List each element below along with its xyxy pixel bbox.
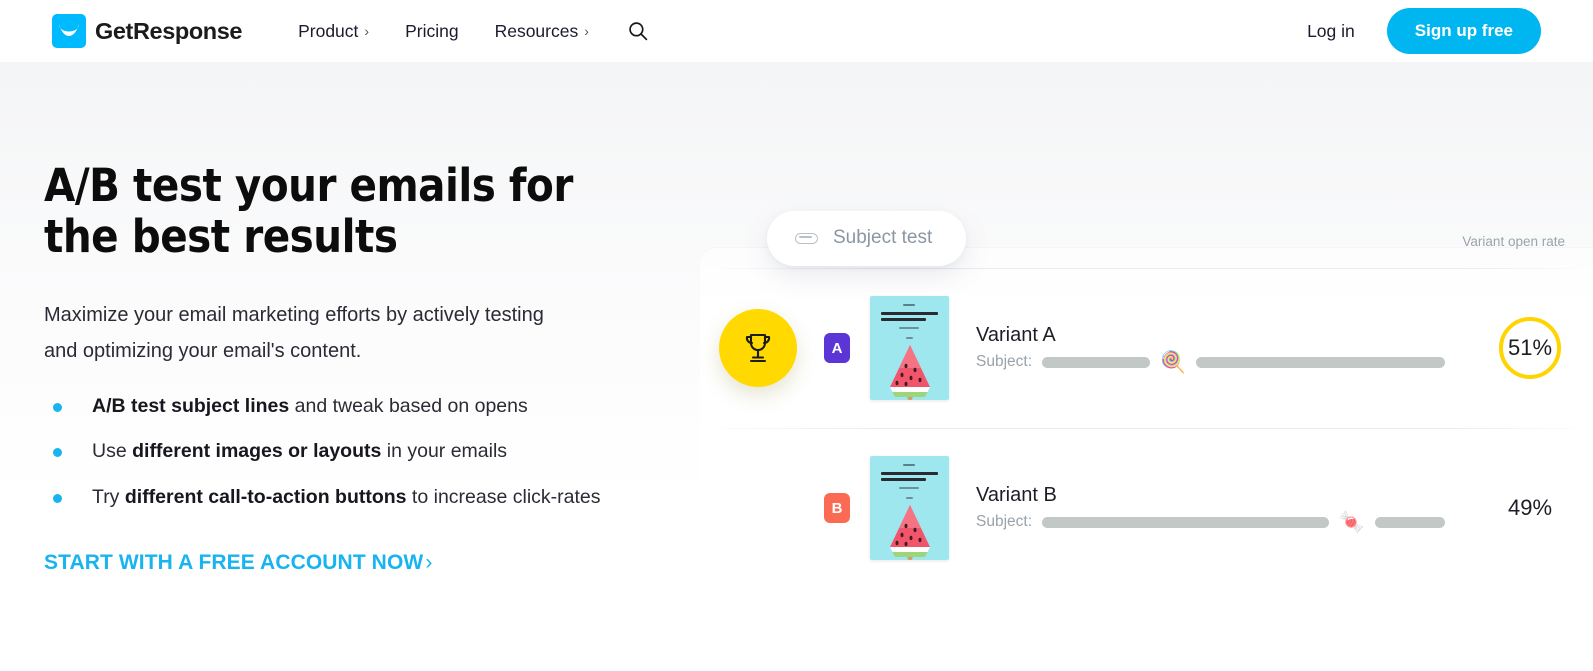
variant-a-open-rate: 51% (1507, 335, 1553, 360)
variant-open-rate-header: Variant open rate (1462, 234, 1565, 249)
email-thumbnail-watermelon[interactable] (870, 296, 949, 400)
subject-bar-right (1196, 356, 1445, 368)
email-thumbnail-watermelon[interactable] (870, 456, 949, 560)
feature-bullet-list: A/B test subject lines and tweak based o… (44, 391, 634, 514)
nav-item-resources-label: Resources (494, 20, 579, 41)
hero-subtitle: Maximize your email marketing efforts by… (44, 303, 544, 362)
header-actions: Log in Sign up free (1307, 8, 1541, 54)
logo-text: GetResponse (95, 17, 243, 44)
hero-section: A/B test your emails for the best result… (0, 62, 1593, 671)
bullet-rest: in your emails (381, 440, 508, 463)
subject-test-pill[interactable]: Subject test (767, 211, 967, 266)
nav-item-pricing-label: Pricing (405, 20, 459, 41)
bullet-bold: A/B test subject lines (92, 394, 290, 417)
winner-rate-ring: 51% (1499, 317, 1561, 379)
bullet-rest: to increase click-rates (406, 485, 601, 508)
hero-illustration: Subject test Variant open rate A Variant… (700, 62, 1593, 671)
subject-label: Subject: (976, 353, 1033, 370)
bullet-prefix: Use (92, 440, 133, 463)
cta-label: START WITH A FREE ACCOUNT NOW (44, 551, 424, 575)
variant-b-rate-slot: 49% (1467, 495, 1593, 521)
nav-item-product[interactable]: Product › (280, 15, 387, 48)
subject-label: Subject: (976, 513, 1033, 530)
bullet-prefix: Try (92, 485, 125, 508)
thumb-line (906, 337, 913, 339)
list-item: Try different call-to-action buttons to … (44, 482, 634, 514)
nav-item-pricing[interactable]: Pricing (387, 15, 477, 48)
table-row[interactable]: A Variant A Subject: 🍭 51% (700, 268, 1593, 428)
login-link[interactable]: Log in (1307, 21, 1355, 42)
variant-b-info: Variant B Subject: 🍬 (976, 484, 1467, 533)
thumb-line (906, 497, 913, 499)
nav-item-resources[interactable]: Resources › (477, 15, 607, 48)
thumb-line (899, 487, 919, 489)
watermelon-popsicle-icon (889, 505, 930, 560)
chevron-right-icon: › (584, 22, 589, 39)
variant-a-name: Variant A (976, 323, 1056, 346)
chevron-right-icon: › (425, 551, 433, 575)
variant-b-open-rate: 49% (1507, 495, 1553, 520)
trophy-icon (719, 309, 797, 387)
variant-badge-a: A (824, 333, 850, 363)
lollipop-emoji: 🍭 (1160, 350, 1187, 374)
variant-a-info: Variant A Subject: 🍭 (976, 324, 1467, 373)
variant-b-subject-row: Subject: 🍬 (976, 512, 1467, 533)
page-title: A/B test your emails for the best result… (44, 159, 573, 264)
variant-a-rate-slot: 51% (1467, 317, 1593, 379)
site-header: GetResponse Product › Pricing Resources … (0, 0, 1593, 62)
main-nav: Product › Pricing Resources › (280, 14, 655, 48)
watermelon-popsicle-icon (889, 345, 930, 400)
subject-bar-left (1042, 356, 1151, 368)
variant-badge-b: B (824, 493, 850, 523)
table-row[interactable]: B Variant B Subject: 🍬 49% (700, 428, 1593, 588)
winner-slot (700, 309, 816, 387)
envelope-logo-icon (52, 14, 86, 48)
sign-up-free-button[interactable]: Sign up free (1386, 8, 1541, 54)
bullet-bold: different call-to-action buttons (124, 485, 407, 508)
subject-bar-right (1375, 516, 1445, 528)
hero-copy: A/B test your emails for the best result… (0, 62, 700, 671)
bullet-rest: and tweak based on opens (289, 394, 528, 417)
chevron-right-icon: › (364, 22, 370, 39)
search-icon[interactable] (621, 14, 655, 48)
thumb-line (881, 318, 926, 322)
row-divider (722, 268, 1577, 269)
subject-test-label: Subject test (833, 227, 933, 248)
thumb-line (899, 327, 919, 329)
candy-emoji: 🍬 (1338, 510, 1365, 534)
thumb-line (881, 472, 938, 476)
thumb-line (903, 304, 915, 306)
bullet-bold: different images or layouts (132, 440, 382, 463)
variant-a-subject-row: Subject: 🍭 (976, 352, 1467, 373)
thumb-line (903, 464, 915, 466)
nav-item-product-label: Product (298, 20, 359, 41)
variant-results-panel: Variant open rate A Variant A Subject: 🍭… (700, 234, 1593, 671)
start-free-account-link[interactable]: START WITH A FREE ACCOUNT NOW› (44, 551, 432, 575)
subject-bar-left (1042, 516, 1329, 528)
thumb-line (881, 478, 926, 482)
row-divider (722, 428, 1577, 429)
list-item: Use different images or layouts in your … (44, 436, 634, 468)
thumb-line (881, 312, 938, 316)
logo-link[interactable]: GetResponse (52, 14, 242, 48)
variant-b-name: Variant B (976, 483, 1057, 506)
list-item: A/B test subject lines and tweak based o… (44, 391, 634, 423)
pill-toggle-icon (795, 232, 818, 244)
